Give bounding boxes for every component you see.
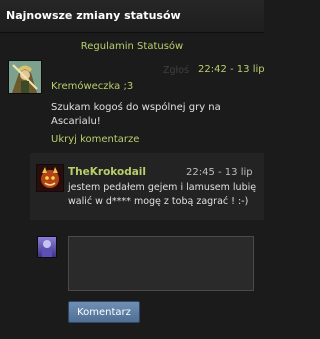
user-avatar-icon xyxy=(42,240,52,257)
demon-avatar-icon xyxy=(37,165,63,191)
elf-avatar-icon xyxy=(9,61,41,93)
post-timestamp: 22:42 - 13 lip xyxy=(198,64,265,75)
comment-timestamp: 22:45 - 13 lip xyxy=(186,167,253,178)
post-author[interactable]: Kremóweczka ;3 xyxy=(51,81,133,92)
comment-author[interactable]: TheKrokodail xyxy=(68,166,146,178)
comment-text: jestem pedałem gejem i lamusem lubię wal… xyxy=(68,182,257,207)
report-link[interactable]: Zgłoś xyxy=(163,65,189,76)
current-user-avatar xyxy=(37,236,57,258)
panel-title: Najnowsze zmiany statusów xyxy=(6,9,181,22)
comment-author-avatar[interactable] xyxy=(36,164,64,192)
panel-header: Najnowsze zmiany statusów xyxy=(0,0,264,33)
post-text: Szukam kogoś do wspólnej gry na Ascarial… xyxy=(51,102,221,127)
hide-comments-link[interactable]: Ukryj komentarze xyxy=(51,134,139,145)
rules-link[interactable]: Regulamin Statusów xyxy=(0,41,264,52)
comment-input[interactable] xyxy=(68,236,254,291)
author-avatar[interactable] xyxy=(8,60,42,94)
submit-comment-button[interactable]: Komentarz xyxy=(68,301,140,323)
